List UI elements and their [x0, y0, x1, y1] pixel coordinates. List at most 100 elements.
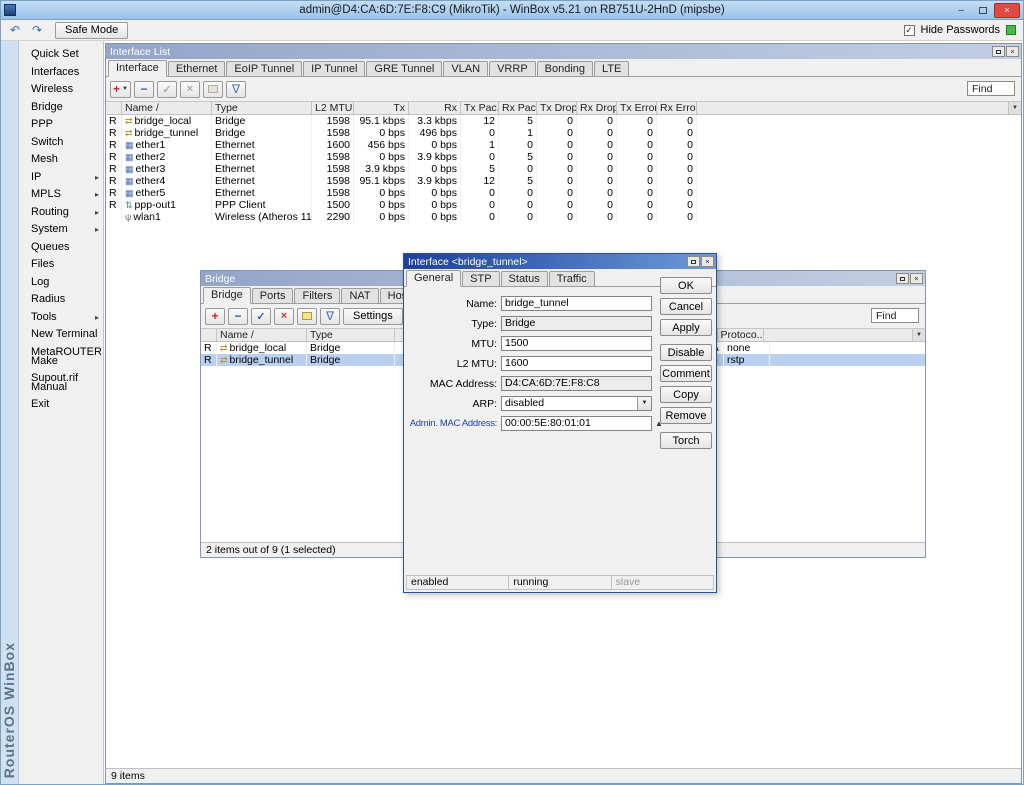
undo-icon[interactable]: ↶ [5, 22, 25, 39]
close-window-button[interactable]: × [701, 256, 714, 267]
table-row[interactable]: R▦ether3Ethernet15983.9 kbps0 bps500000 [106, 163, 1021, 175]
sidebar-item-new-terminal[interactable]: New Terminal [19, 326, 103, 344]
table-row[interactable]: R⇄bridge_localBridge159895.1 kbps3.3 kbp… [106, 115, 1021, 127]
column-header-rx[interactable]: Rx [409, 102, 461, 114]
tab-status[interactable]: Status [501, 271, 548, 286]
add-button[interactable]: + [205, 308, 225, 325]
copy-button[interactable]: Copy [660, 386, 712, 403]
disable-button[interactable]: Disable [660, 344, 712, 361]
find-button[interactable]: Find [871, 308, 919, 323]
enable-button[interactable]: ✓ [157, 81, 177, 98]
sidebar-item-files[interactable]: Files [19, 256, 103, 274]
settings-button[interactable]: Settings [343, 308, 403, 325]
l2-mtu-field[interactable]: 1600 [501, 356, 652, 371]
column-header-flags[interactable] [201, 329, 217, 341]
comment-button[interactable] [203, 81, 223, 98]
redo-icon[interactable]: ↷ [27, 22, 47, 39]
disable-button[interactable]: × [180, 81, 200, 98]
restore-button[interactable] [896, 273, 909, 284]
hide-passwords-checkbox[interactable]: ✓ [904, 25, 915, 36]
sidebar-item-routing[interactable]: Routing▸ [19, 204, 103, 222]
column-header-protoco[interactable]: Protoco... [718, 329, 764, 341]
sidebar-item-wireless[interactable]: Wireless [19, 81, 103, 99]
tab-vlan[interactable]: VLAN [443, 61, 488, 76]
remove-button[interactable]: − [134, 81, 154, 98]
comment-button[interactable] [297, 308, 317, 325]
sidebar-item-mpls[interactable]: MPLS▸ [19, 186, 103, 204]
name-field[interactable]: bridge_tunnel [501, 296, 652, 311]
column-header-tx-drops[interactable]: Tx Drops [537, 102, 577, 114]
interface-list-titlebar[interactable]: Interface List × [106, 44, 1021, 59]
restore-button[interactable] [992, 46, 1005, 57]
tab-traffic[interactable]: Traffic [549, 271, 595, 286]
sidebar-item-ip[interactable]: IP▸ [19, 169, 103, 187]
close-button[interactable]: × [994, 3, 1020, 18]
tab-ip-tunnel[interactable]: IP Tunnel [303, 61, 365, 76]
tab-bonding[interactable]: Bonding [537, 61, 593, 76]
mtu-field[interactable]: 1500 [501, 336, 652, 351]
titlebar[interactable]: admin@D4:CA:6D:7E:F8:C9 (MikroTik) - Win… [1, 1, 1023, 20]
table-row[interactable]: R⇄bridge_tunnelBridge15980 bps496 bps010… [106, 127, 1021, 139]
sidebar-item-exit[interactable]: Exit [19, 396, 103, 414]
minimize-button[interactable]: – [950, 3, 972, 18]
table-row[interactable]: R⇅ppp-out1PPP Client15000 bps0 bps000000 [106, 199, 1021, 211]
torch-button[interactable]: Torch [660, 432, 712, 449]
arp-dropdown-button[interactable]: ▼ [637, 397, 651, 410]
column-header-tx-errors[interactable]: Tx Errors [617, 102, 657, 114]
column-chooser-icon[interactable]: ▼ [912, 329, 925, 341]
sidebar-item-quick-set[interactable]: Quick Set [19, 46, 103, 64]
sidebar-item-mesh[interactable]: Mesh [19, 151, 103, 169]
tab-eoip-tunnel[interactable]: EoIP Tunnel [226, 61, 302, 76]
column-header-name[interactable]: Name / [217, 329, 307, 341]
sidebar-item-switch[interactable]: Switch [19, 134, 103, 152]
sidebar-item-log[interactable]: Log [19, 274, 103, 292]
bridge-tunnel-dialog[interactable]: Interface <bridge_tunnel> × GeneralSTPSt… [403, 253, 717, 593]
table-row[interactable]: R▦ether5Ethernet15980 bps0 bps000000 [106, 187, 1021, 199]
disable-button[interactable]: × [274, 308, 294, 325]
column-header-type[interactable]: Type [212, 102, 312, 114]
safe-mode-button[interactable]: Safe Mode [55, 22, 128, 39]
remove-button[interactable]: − [228, 308, 248, 325]
sidebar-item-interfaces[interactable]: Interfaces [19, 64, 103, 82]
sidebar-item-make-supout-rif[interactable]: Make Supout.rif [19, 361, 103, 379]
tab-interface[interactable]: Interface [108, 60, 167, 77]
filter-button[interactable]: ∇ [226, 81, 246, 98]
tab-stp[interactable]: STP [462, 271, 499, 286]
column-header-rx-drops[interactable]: Rx Drops [577, 102, 617, 114]
comment-button[interactable]: Comment [660, 365, 712, 382]
column-header-rx-pac[interactable]: Rx Pac... [499, 102, 537, 114]
dialog-titlebar[interactable]: Interface <bridge_tunnel> × [404, 254, 716, 269]
tab-filters[interactable]: Filters [294, 288, 340, 303]
apply-button[interactable]: Apply [660, 319, 712, 336]
tab-general[interactable]: General [406, 270, 461, 287]
remove-button[interactable]: Remove [660, 407, 712, 424]
cancel-button[interactable]: Cancel [660, 298, 712, 315]
table-row[interactable]: R▦ether1Ethernet1600456 bps0 bps100000 [106, 139, 1021, 151]
table-row[interactable]: ψwlan1Wireless (Atheros 11N)22900 bps0 b… [106, 211, 1021, 223]
tab-vrrp[interactable]: VRRP [489, 61, 536, 76]
sidebar-item-ppp[interactable]: PPP [19, 116, 103, 134]
admin-mac-address-field[interactable]: 00:00:5E:80:01:01 [501, 416, 652, 431]
column-header-type[interactable]: Type [307, 329, 395, 341]
sidebar-item-tools[interactable]: Tools▸ [19, 309, 103, 327]
tab-ethernet[interactable]: Ethernet [168, 61, 226, 76]
sidebar-item-bridge[interactable]: Bridge [19, 99, 103, 117]
sidebar-item-system[interactable]: System▸ [19, 221, 103, 239]
ok-button[interactable]: OK [660, 277, 712, 294]
table-row[interactable]: R▦ether4Ethernet159895.1 kbps3.9 kbps125… [106, 175, 1021, 187]
column-header-rx-errors[interactable]: Rx Errors [657, 102, 697, 114]
arp-field[interactable]: disabled▼ [501, 396, 652, 411]
sidebar-item-radius[interactable]: Radius [19, 291, 103, 309]
column-header-tx[interactable]: Tx [354, 102, 409, 114]
column-header-flags[interactable] [106, 102, 122, 114]
close-window-button[interactable]: × [910, 273, 923, 284]
enable-button[interactable]: ✓ [251, 308, 271, 325]
tab-nat[interactable]: NAT [341, 288, 378, 303]
column-header-l2-mtu[interactable]: L2 MTU [312, 102, 354, 114]
column-chooser-icon[interactable]: ▼ [1008, 102, 1021, 114]
add-button[interactable]: +▼ [110, 81, 131, 98]
close-window-button[interactable]: × [1006, 46, 1019, 57]
maximize-button[interactable] [972, 3, 994, 18]
tab-lte[interactable]: LTE [594, 61, 629, 76]
sidebar-item-queues[interactable]: Queues [19, 239, 103, 257]
